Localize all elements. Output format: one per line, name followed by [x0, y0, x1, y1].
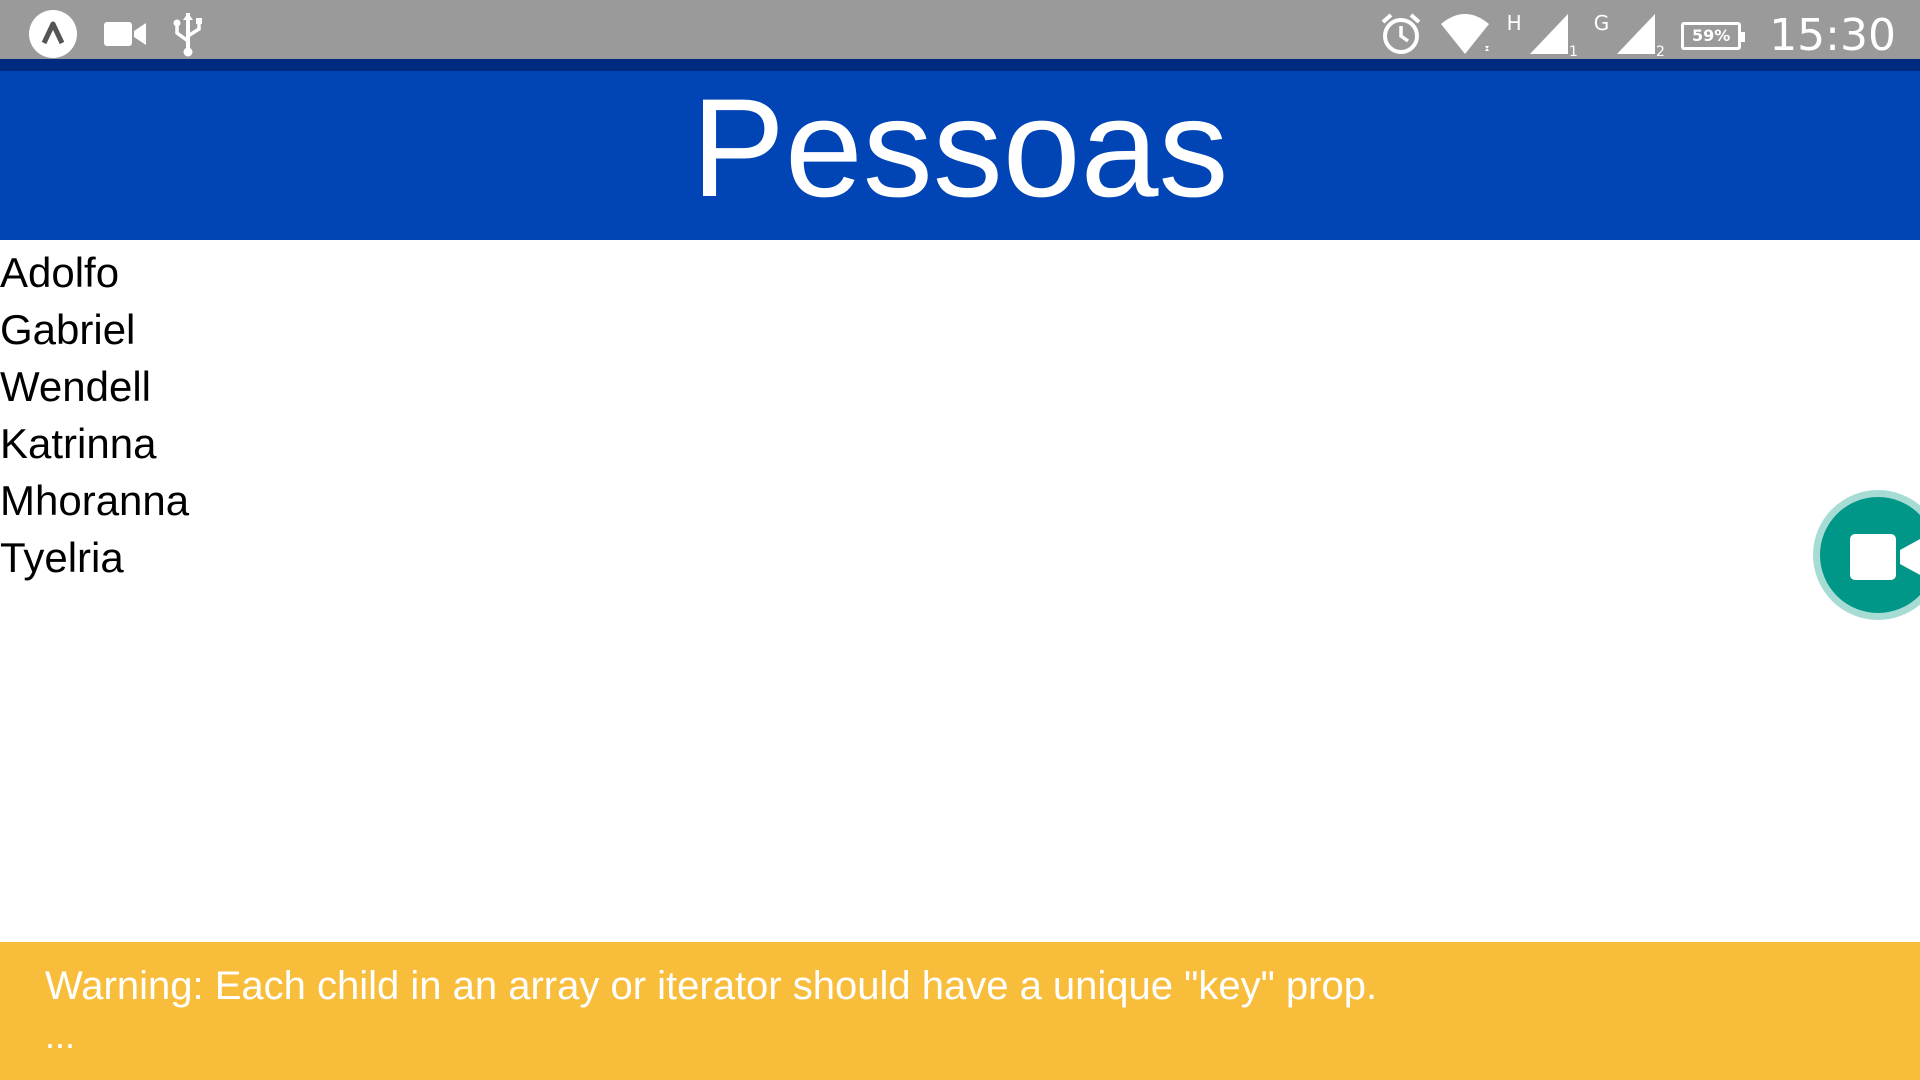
- list-item: Adolfo: [0, 249, 120, 296]
- list-item: Katrinna: [0, 420, 157, 467]
- battery-icon: 59%: [1681, 22, 1746, 50]
- sim1-index: 1: [1569, 44, 1578, 56]
- list-item: Wendell: [0, 363, 151, 410]
- status-bar: H 1 G 2 59% 15:30: [0, 0, 1920, 61]
- sim2-index: 2: [1656, 44, 1665, 56]
- status-bar-left-icons: [28, 9, 204, 63]
- list-item: Mhoranna: [0, 477, 190, 524]
- video-camera-icon: [104, 19, 146, 54]
- signal-sim2-icon: 2: [1615, 12, 1665, 61]
- network-type-sim1: H: [1506, 11, 1522, 35]
- status-bar-right-icons: H 1 G 2 59% 15:30: [1379, 9, 1896, 63]
- network-type-sim2: G: [1593, 11, 1610, 35]
- app-notification-icon: [28, 9, 78, 64]
- status-bar-clock: 15:30: [1769, 10, 1896, 61]
- signal-sim1-icon: 1: [1528, 12, 1578, 61]
- warning-message: Warning: Each child in an array or itera…: [45, 964, 1378, 1008]
- list-item: Tyelria: [0, 534, 124, 581]
- wifi-icon: [1439, 12, 1491, 61]
- warning-more: ...: [45, 1015, 76, 1056]
- app-header: Pessoas: [0, 71, 1920, 240]
- warning-banner[interactable]: Warning: Each child in an array or itera…: [0, 942, 1920, 1080]
- alarm-icon: [1379, 12, 1423, 61]
- floating-record-button[interactable]: [1813, 490, 1920, 620]
- usb-icon: [172, 11, 204, 62]
- page-title: Pessoas: [691, 68, 1229, 226]
- list-item: Gabriel: [0, 306, 136, 353]
- people-list: Adolfo Gabriel Wendell Katrinna Mhoranna…: [0, 244, 189, 586]
